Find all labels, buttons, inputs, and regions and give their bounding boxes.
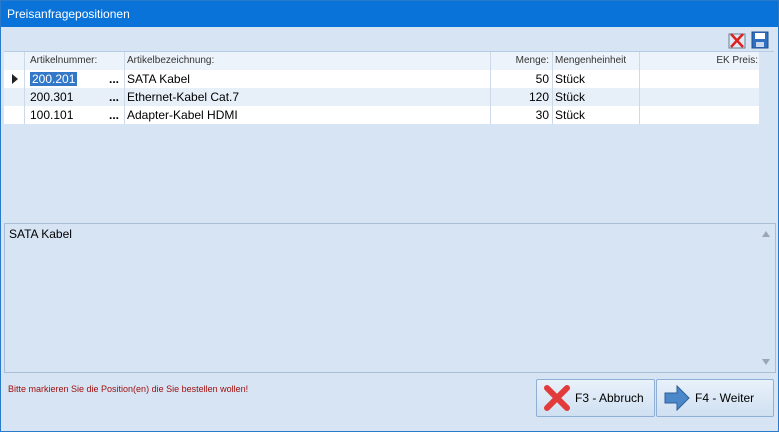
header-indicator xyxy=(4,52,25,70)
lookup-button[interactable]: ... xyxy=(106,88,122,106)
table-row[interactable]: 100.101 ... Adapter-Kabel HDMI 30 Stück xyxy=(4,106,759,124)
delete-icon[interactable] xyxy=(728,31,746,49)
hint-text: Bitte markieren Sie die Position(en) die… xyxy=(8,384,249,394)
table-row[interactable]: 200.201 ... SATA Kabel 50 Stück xyxy=(4,70,759,88)
col-header-menge[interactable]: Menge: xyxy=(490,52,551,70)
artikelnummer-cell[interactable]: 100.101 xyxy=(26,106,110,124)
grid-header: Artikelnummer: Artikelbezeichnung: Menge… xyxy=(4,52,759,70)
menge-cell[interactable]: 30 xyxy=(490,106,551,124)
col-header-artikelnummer[interactable]: Artikelnummer: xyxy=(26,52,110,70)
memo-text[interactable]: SATA Kabel xyxy=(9,227,72,241)
artikelbezeichnung-cell[interactable]: Adapter-Kabel HDMI xyxy=(124,106,491,124)
col-header-ek-preis[interactable]: EK Preis: xyxy=(639,52,760,70)
next-button[interactable]: F4 - Weiter xyxy=(656,379,774,417)
col-header-mengeneinheit[interactable]: Mengenheinheit xyxy=(552,52,639,70)
lookup-button[interactable]: ... xyxy=(106,106,122,124)
ek-preis-cell[interactable] xyxy=(639,70,760,88)
description-memo[interactable]: SATA Kabel xyxy=(4,223,776,373)
table-row[interactable]: 200.301 ... Ethernet-Kabel Cat.7 120 Stü… xyxy=(4,88,759,106)
next-button-label: F4 - Weiter xyxy=(695,391,755,405)
scroll-up-icon[interactable] xyxy=(762,231,770,237)
ek-preis-cell[interactable] xyxy=(639,106,760,124)
mengeneinheit-cell[interactable]: Stück xyxy=(552,106,639,124)
ek-preis-cell[interactable] xyxy=(639,88,760,106)
artikelnummer-cell[interactable]: 200.201 xyxy=(26,70,110,88)
current-row-marker xyxy=(4,70,25,88)
cancel-x-icon xyxy=(544,385,570,411)
title-bar: Preisanfragepositionen xyxy=(1,1,778,27)
cancel-button-label: F3 - Abbruch xyxy=(575,391,644,405)
lookup-button[interactable]: ... xyxy=(106,70,122,88)
menge-cell[interactable]: 50 xyxy=(490,70,551,88)
artikelbezeichnung-cell[interactable]: Ethernet-Kabel Cat.7 xyxy=(124,88,491,106)
menge-cell[interactable]: 120 xyxy=(490,88,551,106)
arrow-right-icon xyxy=(664,384,690,412)
row-indicator xyxy=(4,88,25,106)
dialog-window: Preisanfragepositionen Artikelnummer: Ar… xyxy=(0,0,779,432)
mengeneinheit-cell[interactable]: Stück xyxy=(552,70,639,88)
artikelbezeichnung-cell[interactable]: SATA Kabel xyxy=(124,70,491,88)
scroll-down-icon[interactable] xyxy=(762,359,770,365)
col-header-artikelbezeichnung[interactable]: Artikelbezeichnung: xyxy=(124,52,491,70)
cancel-button[interactable]: F3 - Abbruch xyxy=(536,379,655,417)
window-title: Preisanfragepositionen xyxy=(7,7,130,21)
mengeneinheit-cell[interactable]: Stück xyxy=(552,88,639,106)
artikelnummer-value[interactable]: 200.201 xyxy=(30,72,78,86)
row-indicator xyxy=(4,106,25,124)
artikelnummer-cell[interactable]: 200.301 xyxy=(26,88,110,106)
positions-grid: Artikelnummer: Artikelbezeichnung: Menge… xyxy=(4,51,774,220)
save-icon[interactable] xyxy=(751,31,769,49)
memo-scrollbar[interactable] xyxy=(758,225,774,371)
